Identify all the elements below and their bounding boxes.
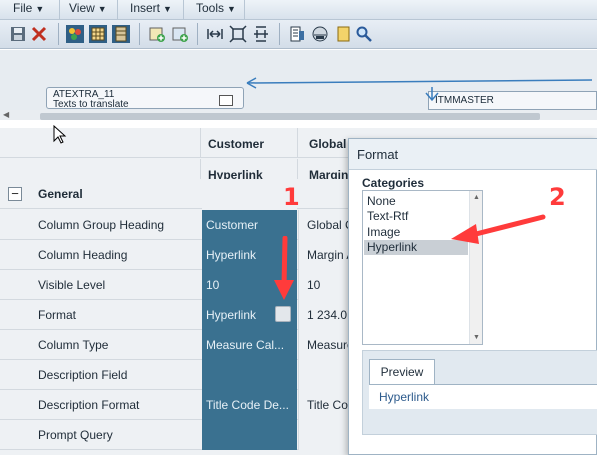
- grid-alt-icon[interactable]: [112, 25, 130, 43]
- row-label: Column Heading: [38, 248, 128, 262]
- toolbar: [0, 20, 597, 49]
- node-subtitle: Texts to translate: [53, 99, 129, 110]
- scroll-up-icon[interactable]: ▲: [473, 194, 480, 201]
- menu-tools[interactable]: Tools ▼: [183, 0, 245, 19]
- format-picker-button[interactable]: [275, 306, 291, 322]
- search-icon[interactable]: [355, 25, 373, 43]
- cell-global[interactable]: [298, 360, 348, 390]
- cell-global[interactable]: Global C: [298, 210, 348, 240]
- row-label: Description Format: [38, 398, 140, 412]
- mouse-cursor-icon: [53, 125, 67, 144]
- delete-icon[interactable]: [30, 25, 48, 43]
- cell-global[interactable]: [298, 420, 348, 450]
- category-none[interactable]: None: [364, 194, 468, 209]
- annotation-number-1: 1: [283, 183, 300, 211]
- palette-icon[interactable]: [66, 25, 84, 43]
- fit-page-icon[interactable]: [229, 25, 247, 43]
- diagram-link: [246, 77, 593, 102]
- menu-bar: File ▼ View ▼ Insert ▼ Tools ▼: [0, 0, 597, 20]
- annotation-arrow-2-icon: [451, 214, 546, 244]
- menu-file[interactable]: File ▼: [0, 0, 60, 19]
- cell-global[interactable]: Title Co: [298, 390, 348, 420]
- cell-customer[interactable]: Measure Cal...: [202, 330, 297, 360]
- row-label: Visible Level: [38, 278, 106, 292]
- annotation-number-2: 2: [549, 183, 566, 211]
- dialog-title: Format: [349, 139, 597, 170]
- row-label: Column Type: [38, 338, 109, 352]
- column-header-customer[interactable]: Customer: [208, 137, 264, 151]
- add-table-icon[interactable]: [148, 25, 166, 43]
- collapse-group-icon[interactable]: −: [8, 187, 22, 201]
- menu-insert[interactable]: Insert ▼: [117, 0, 184, 19]
- preview-panel: Preview Hyperlink: [362, 350, 597, 435]
- fit-height-icon[interactable]: [252, 25, 270, 43]
- cell-global[interactable]: Margin A: [298, 240, 348, 270]
- preview-value: Hyperlink: [369, 384, 597, 409]
- row-label: Prompt Query: [38, 428, 113, 442]
- cell-customer[interactable]: [202, 360, 297, 390]
- add-table-alt-icon[interactable]: [171, 25, 189, 43]
- cell-customer[interactable]: Title Code De...: [202, 390, 297, 420]
- annotation-arrow-1-icon: [274, 236, 294, 300]
- save-icon[interactable]: [9, 25, 27, 43]
- row-label: Format: [38, 308, 77, 322]
- cell-global[interactable]: 1 234.0: [298, 300, 348, 330]
- preview-icon[interactable]: [311, 25, 329, 43]
- categories-label: Categories: [362, 176, 425, 190]
- diagram-node-atextra[interactable]: ATEXTRA_11 Texts to translate: [46, 87, 244, 110]
- row-label: Description Field: [38, 368, 128, 382]
- scroll-left-icon[interactable]: ◀: [3, 110, 9, 119]
- diagram-scroll-thumb[interactable]: [40, 113, 540, 120]
- fit-width-icon[interactable]: [206, 25, 224, 43]
- column-header-global[interactable]: Global: [309, 137, 346, 151]
- tab-preview[interactable]: Preview: [369, 359, 435, 384]
- node-collapse-icon[interactable]: [219, 95, 233, 106]
- cell-global[interactable]: Measure: [298, 330, 348, 360]
- cell-global[interactable]: 10: [298, 270, 348, 300]
- menu-view[interactable]: View ▼: [56, 0, 118, 19]
- group-label: General: [38, 187, 83, 201]
- note-icon[interactable]: [334, 25, 352, 43]
- row-label: Column Group Heading: [38, 218, 165, 232]
- cell-customer[interactable]: [202, 420, 297, 450]
- grid-icon[interactable]: [89, 25, 107, 43]
- properties-icon[interactable]: [288, 25, 306, 43]
- scroll-down-icon[interactable]: ▼: [473, 334, 480, 341]
